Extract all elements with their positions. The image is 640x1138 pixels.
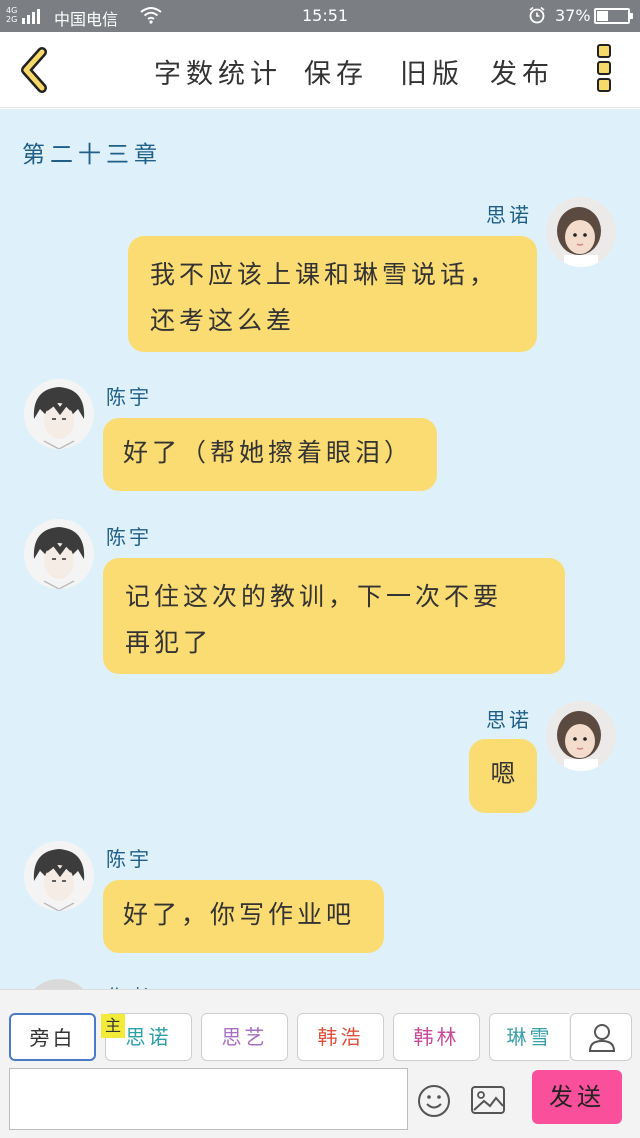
carrier-name: 中国电信: [54, 10, 119, 29]
message-input[interactable]: [9, 1068, 408, 1130]
main-character-badge: 主: [101, 1014, 125, 1038]
emoji-icon[interactable]: [417, 1084, 451, 1118]
role-label: 思诺: [125, 1025, 172, 1049]
role-label: 韩林: [413, 1025, 460, 1049]
wifi-icon: [140, 7, 162, 24]
image-icon[interactable]: [470, 1084, 506, 1116]
user-icon: [588, 1024, 616, 1052]
sender-name: 思诺: [486, 203, 532, 227]
back-arrow-icon[interactable]: [14, 46, 54, 94]
role-label: 思艺: [221, 1025, 268, 1049]
avatar-sinuo[interactable]: [546, 701, 616, 771]
role-label: 旁白: [29, 1026, 76, 1050]
chapter-title: 第二十三章: [22, 142, 162, 168]
alarm-icon: [529, 6, 545, 24]
role-button[interactable]: 韩林: [393, 1013, 480, 1061]
sender-name: 作者: [106, 981, 152, 989]
sender-name: 思诺: [486, 708, 532, 732]
message-bubble[interactable]: 好了（帮她擦着眼泪）: [103, 418, 437, 491]
role-label: 韩浩: [317, 1025, 364, 1049]
send-button[interactable]: 发送: [532, 1070, 622, 1124]
network-type: 4G 2G: [6, 6, 18, 24]
avatar-chenyu[interactable]: [24, 379, 94, 449]
role-button[interactable]: 琳雪: [489, 1013, 569, 1061]
role-button[interactable]: 旁白: [9, 1013, 96, 1061]
message-bubble[interactable]: 我不应该上课和琳雪说话， 还考这么差: [128, 236, 537, 352]
message-text-line: 好了（帮她擦着眼泪）: [123, 438, 414, 467]
message-bubble[interactable]: 嗯: [469, 739, 537, 813]
message-text-line: 好了，你写作业吧: [123, 900, 356, 929]
battery-fill: [597, 11, 608, 21]
role-button[interactable]: 韩浩: [297, 1013, 384, 1061]
more-menu-icon[interactable]: [594, 44, 614, 96]
avatar-chenyu[interactable]: [24, 519, 94, 589]
message-text-line: 嗯: [490, 759, 516, 788]
avatar-author[interactable]: [24, 979, 94, 989]
role-label: 琳雪: [506, 1025, 553, 1049]
editor-toolbar: 字数统计 保存 旧版 发布: [0, 32, 640, 108]
user-profile-button[interactable]: [570, 1013, 632, 1061]
message-text-line: 还考这么差: [150, 306, 296, 335]
save-button[interactable]: 保存: [304, 52, 368, 91]
sender-name: 陈宇: [106, 385, 152, 409]
publish-button[interactable]: 发布: [490, 52, 554, 91]
sender-name: 陈宇: [106, 847, 152, 871]
clock-time: 15:51: [302, 6, 349, 25]
battery-percent: 37%: [555, 6, 591, 25]
old-version-button[interactable]: 旧版: [400, 52, 464, 91]
message-bubble[interactable]: 记住这次的教训，下一次不要 再犯了: [103, 558, 565, 674]
composer-panel: 旁白 思诺 主 思艺 韩浩 韩林 琳雪 发送: [0, 989, 640, 1138]
status-bar: 4G 2G 中国电信 15:51 37%: [0, 0, 640, 32]
role-button[interactable]: 思艺: [201, 1013, 288, 1061]
signal-bars-icon: [22, 9, 40, 24]
signal-indicator: 4G 2G: [6, 6, 40, 24]
message-bubble[interactable]: 好了，你写作业吧: [103, 880, 384, 953]
message-text-line: 记住这次的教训，下一次不要: [125, 582, 503, 611]
message-text-line: 再犯了: [125, 628, 213, 657]
chat-area[interactable]: 第二十三章 思诺 我不应该上课和琳雪说话， 还考这么差 陈宇 好了（帮她擦着眼泪…: [0, 109, 640, 989]
word-count-button[interactable]: 字数统计: [154, 52, 282, 91]
sender-name: 陈宇: [106, 525, 152, 549]
battery-icon: [594, 8, 633, 24]
avatar-sinuo[interactable]: [546, 197, 616, 267]
avatar-chenyu[interactable]: [24, 841, 94, 911]
message-text-line: 我不应该上课和琳雪说话，: [150, 260, 499, 289]
